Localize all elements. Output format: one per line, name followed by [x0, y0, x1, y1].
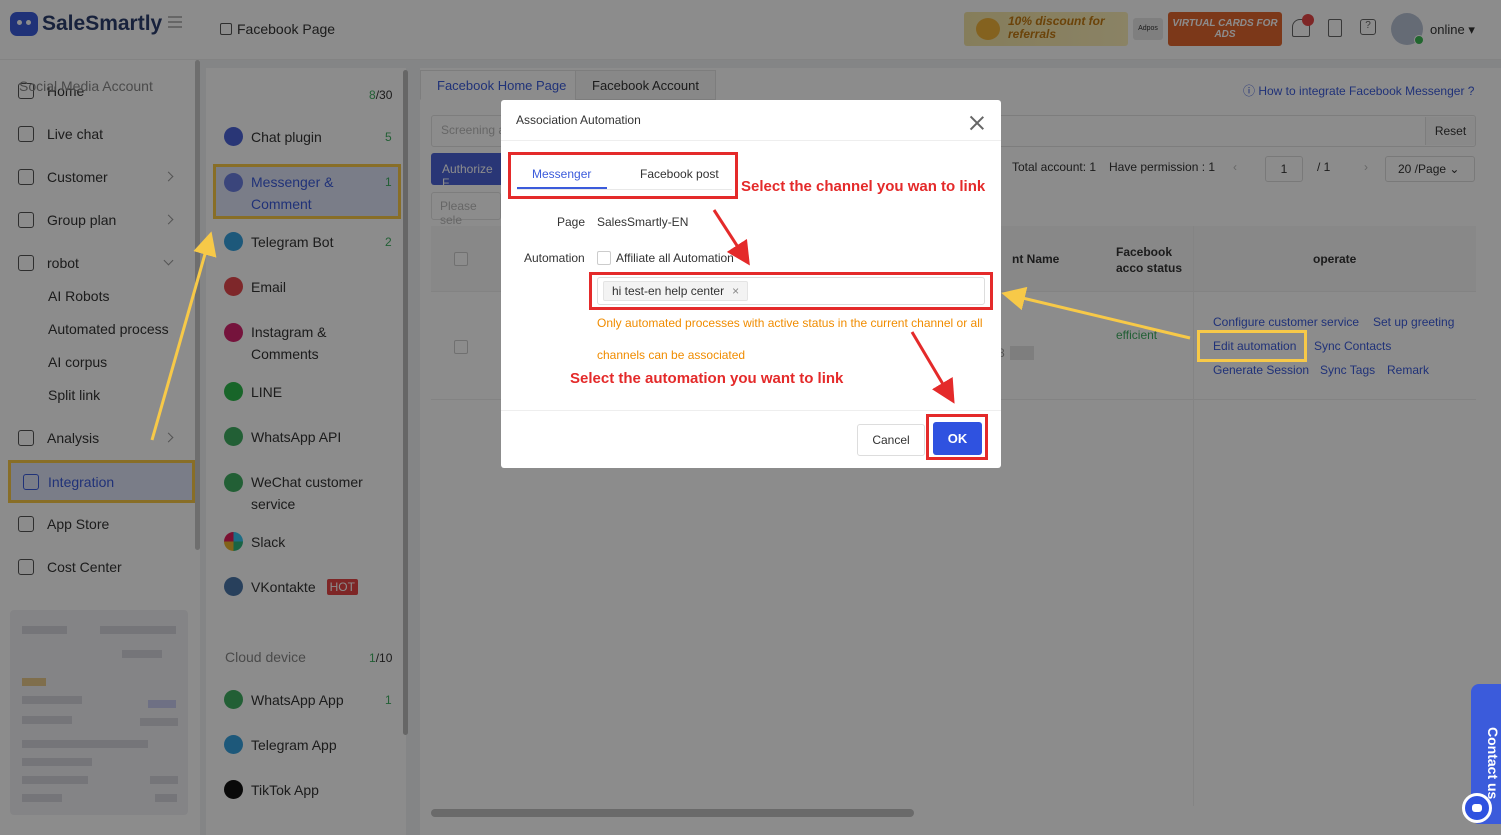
automation-hint-line-2: channels can be associated: [597, 348, 746, 362]
page-label: Page: [557, 215, 586, 229]
close-icon[interactable]: [970, 116, 984, 130]
dialog-title: Association Automation: [516, 113, 641, 127]
edit-automation-highlight: [1197, 330, 1307, 362]
channel-tabs-highlight: [508, 152, 738, 199]
annotation-select-channel: Select the channel you wan to link: [741, 178, 986, 195]
automation-select-highlight: [589, 272, 993, 310]
automation-label: Automation: [524, 251, 585, 265]
automation-hint-line-1: Only automated processes with active sta…: [597, 316, 983, 330]
cancel-button[interactable]: Cancel: [857, 424, 925, 456]
annotation-select-automation: Select the automation you want to link: [570, 370, 844, 387]
divider: [501, 140, 1001, 141]
ok-button-highlight: [926, 414, 988, 460]
affiliate-all-label[interactable]: Affiliate all Automation: [616, 251, 734, 265]
affiliate-all-checkbox[interactable]: [597, 251, 611, 265]
divider: [501, 410, 1001, 411]
page-value: SalesSmartly-EN: [597, 215, 689, 229]
chat-bubble-icon[interactable]: [1462, 793, 1492, 823]
